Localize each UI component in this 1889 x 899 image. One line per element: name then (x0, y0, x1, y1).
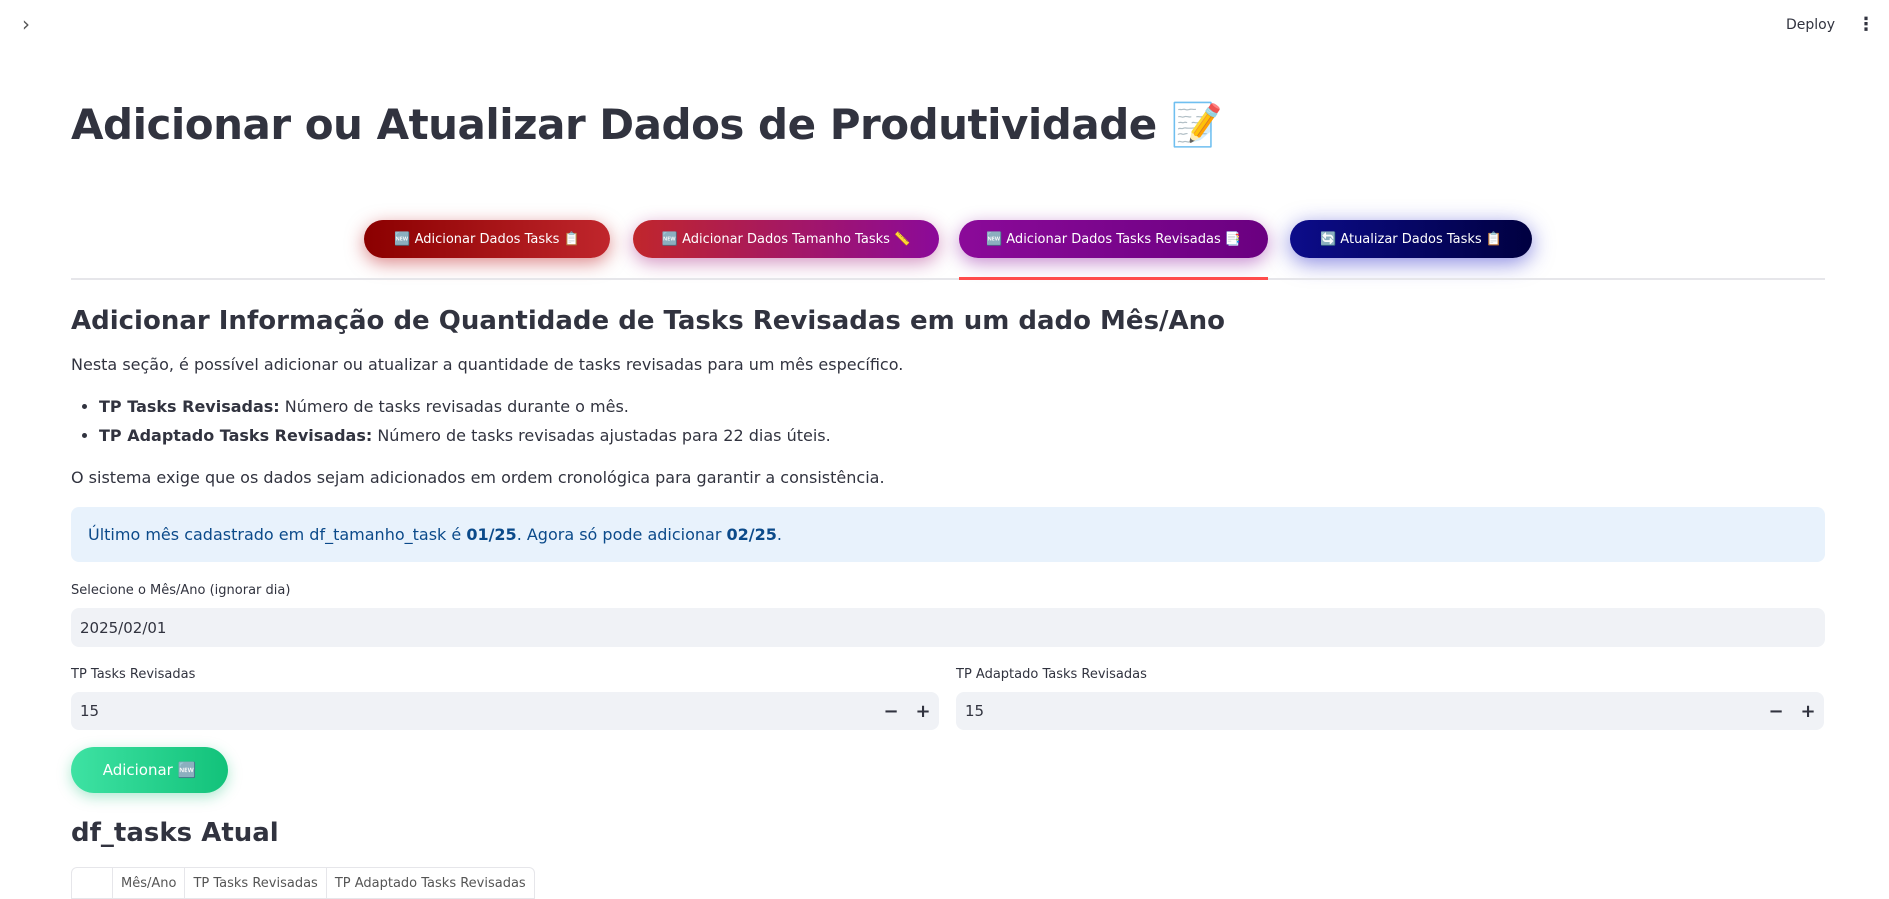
tab-bar: 🆕 Adicionar Dados Tasks 📋 🆕 Adicionar Da… (71, 220, 1825, 280)
section-note: O sistema exige que os dados sejam adici… (71, 468, 885, 487)
tp-adaptado-tasks-revisadas-input[interactable]: 15 − + (956, 692, 1824, 730)
list-item: TP Adaptado Tasks Revisadas: Número de t… (99, 426, 831, 445)
decrement-button[interactable]: − (1760, 701, 1792, 722)
info-alert: Último mês cadastrado em df_tamanho_task… (71, 507, 1825, 562)
column-header[interactable]: TP Tasks Revisadas (185, 868, 327, 898)
month-year-date-input[interactable]: 2025/02/01 (71, 608, 1825, 647)
tab-divider (71, 278, 1825, 280)
tp-adaptado-tasks-revisadas-label: TP Adaptado Tasks Revisadas (956, 667, 1147, 682)
tp-tasks-revisadas-label: TP Tasks Revisadas (71, 667, 196, 682)
top-toolbar: Deploy ⋮ (1786, 16, 1875, 34)
dataframe-title: df_tasks Atual (71, 818, 279, 848)
column-header[interactable]: TP Adaptado Tasks Revisadas (327, 868, 534, 898)
deploy-button[interactable]: Deploy (1786, 17, 1835, 33)
section-title: Adicionar Informação de Quantidade de Ta… (71, 306, 1226, 336)
column-header[interactable]: Mês/Ano (113, 868, 186, 898)
tp-tasks-revisadas-input[interactable]: 15 − + (71, 692, 939, 730)
index-header (72, 868, 113, 898)
table-header-row: Mês/Ano TP Tasks Revisadas TP Adaptado T… (72, 868, 534, 898)
adicionar-button[interactable]: Adicionar 🆕 (71, 747, 228, 793)
page-title: Adicionar ou Atualizar Dados de Produtiv… (71, 100, 1223, 149)
increment-button[interactable]: + (1792, 701, 1824, 722)
active-tab-indicator (959, 277, 1268, 280)
tab-adicionar-dados-tasks-revisadas[interactable]: 🆕 Adicionar Dados Tasks Revisadas 📑 (959, 220, 1268, 258)
list-item: TP Tasks Revisadas: Número de tasks revi… (99, 397, 831, 416)
field-description-list: TP Tasks Revisadas: Número de tasks revi… (71, 397, 831, 455)
tp-tasks-revisadas-value[interactable]: 15 (80, 702, 875, 720)
dataframe-table[interactable]: Mês/Ano TP Tasks Revisadas TP Adaptado T… (71, 867, 535, 899)
info-prefix: Último mês cadastrado em df_tamanho_task… (88, 525, 467, 544)
tab-adicionar-dados-tasks[interactable]: 🆕 Adicionar Dados Tasks 📋 (364, 220, 610, 258)
info-next-month: 02/25 (726, 525, 777, 544)
sidebar-expand-icon[interactable]: › (22, 14, 42, 34)
decrement-button[interactable]: − (875, 701, 907, 722)
main-menu-icon[interactable]: ⋮ (1857, 16, 1875, 34)
tp-adaptado-tasks-revisadas-value[interactable]: 15 (965, 702, 1760, 720)
tab-adicionar-dados-tamanho-tasks[interactable]: 🆕 Adicionar Dados Tamanho Tasks 📏 (633, 220, 939, 258)
info-suffix: . (776, 525, 782, 544)
date-field-label: Selecione o Mês/Ano (ignorar dia) (71, 583, 291, 598)
increment-button[interactable]: + (907, 701, 939, 722)
info-middle: . Agora só pode adicionar (516, 525, 727, 544)
bullet-text: Número de tasks revisadas durante o mês. (279, 397, 629, 416)
tab-atualizar-dados-tasks[interactable]: 🔄 Atualizar Dados Tasks 📋 (1290, 220, 1532, 258)
info-last-month: 01/25 (466, 525, 517, 544)
section-intro: Nesta seção, é possível adicionar ou atu… (71, 355, 904, 374)
bullet-term: TP Adaptado Tasks Revisadas: (99, 426, 373, 445)
bullet-term: TP Tasks Revisadas: (99, 397, 280, 416)
bullet-text: Número de tasks revisadas ajustadas para… (372, 426, 831, 445)
